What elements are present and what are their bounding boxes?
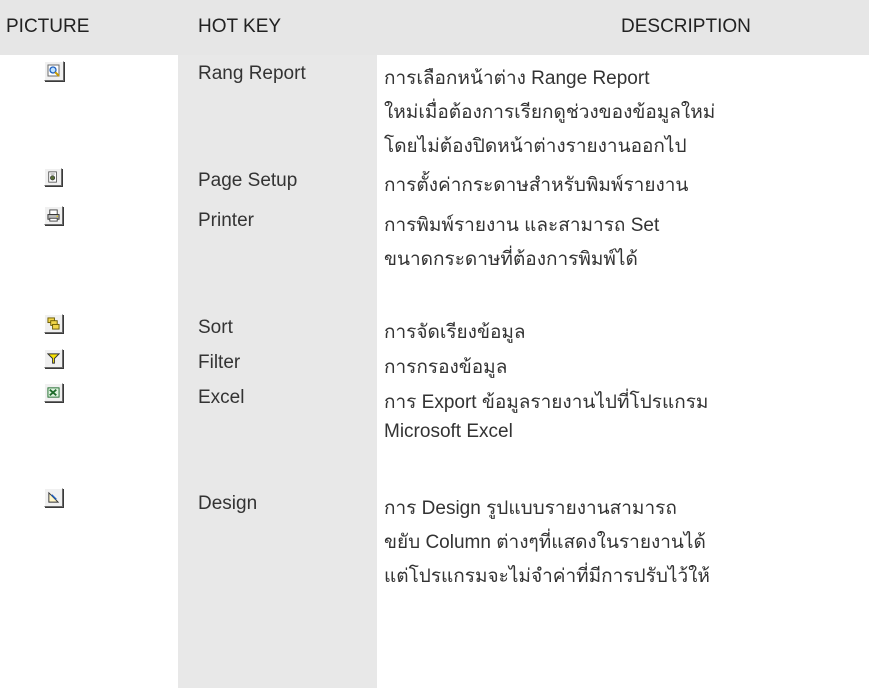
hotkey-label: Sort [198,317,233,338]
filter-icon[interactable] [44,349,63,368]
description-line: โดยไม่ต้องปิดหน้าต่างรายงานออกไป [384,136,687,157]
header-picture: PICTURE [6,16,90,37]
description-line: ขนาดกระดาษที่ต้องการพิมพ์ได้ [384,249,638,270]
description-line: การเลือกหน้าต่าง Range Report [384,68,650,89]
description-line: การกรองข้อมูล [384,357,508,378]
hotkey-label: Page Setup [198,170,298,191]
description-line: การตั้งค่ากระดาษสำหรับพิมพ์รายงาน [384,175,689,196]
description-line: การ Export ข้อมูลรายงานไปที่โปรแกรม [384,392,709,413]
hotkey-label: Filter [198,352,241,373]
header-description: DESCRIPTION [621,16,751,37]
description-line: Microsoft Excel [384,421,513,442]
hotkey-label: Design [198,493,258,514]
description-line: การจัดเรียงข้อมูล [384,322,526,343]
hotkey-label: Rang Report [198,63,306,84]
description-line: การพิมพ์รายงาน และสามารถ Set [384,215,660,236]
header-hot-key: HOT KEY [198,16,282,37]
design-icon[interactable] [44,488,63,507]
description-line: ใหม่เมื่อต้องการเรียกดูช่วงของข้อมูลใหม่ [384,102,716,123]
excel-icon[interactable] [44,383,63,402]
hotkey-label: Printer [198,210,254,231]
printer-icon[interactable] [44,206,63,225]
hotkey-label: Excel [198,387,245,408]
description-line: การ Design รูปแบบรายงานสามารถ [384,498,677,519]
sort-icon[interactable] [44,314,63,333]
page-setup-icon[interactable] [44,168,62,186]
table-header: PICTURE HOT KEY DESCRIPTION [0,0,869,55]
description-line: แต่โปรแกรมจะไม่จำค่าที่มีการปรับไว้ให้ [384,566,710,587]
range-report-icon[interactable] [44,61,64,81]
description-line: ขยับ Column ต่างๆที่แสดงในรายงานได้ [384,532,706,553]
